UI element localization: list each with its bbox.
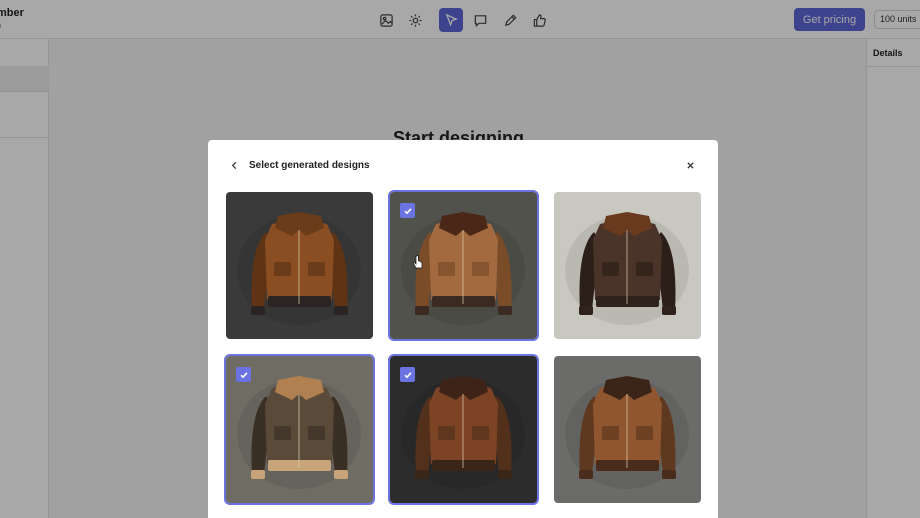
jacket-image xyxy=(554,356,701,503)
design-tile[interactable] xyxy=(554,192,701,339)
close-icon[interactable] xyxy=(682,157,698,173)
chevron-left-icon[interactable] xyxy=(226,157,242,173)
design-tile[interactable] xyxy=(554,356,701,503)
jacket-image xyxy=(554,192,701,339)
select-designs-modal: Select generated designs xyxy=(208,140,718,518)
design-tile[interactable] xyxy=(226,192,373,339)
checkbox-checked-icon[interactable] xyxy=(400,203,415,218)
checkbox-checked-icon[interactable] xyxy=(400,367,415,382)
mouse-cursor-icon xyxy=(413,255,423,269)
design-tile[interactable] xyxy=(224,354,375,505)
checkbox-checked-icon[interactable] xyxy=(236,367,251,382)
modal-title: Select generated designs xyxy=(249,160,370,171)
jacket-image xyxy=(226,192,373,339)
design-tile[interactable] xyxy=(388,354,539,505)
